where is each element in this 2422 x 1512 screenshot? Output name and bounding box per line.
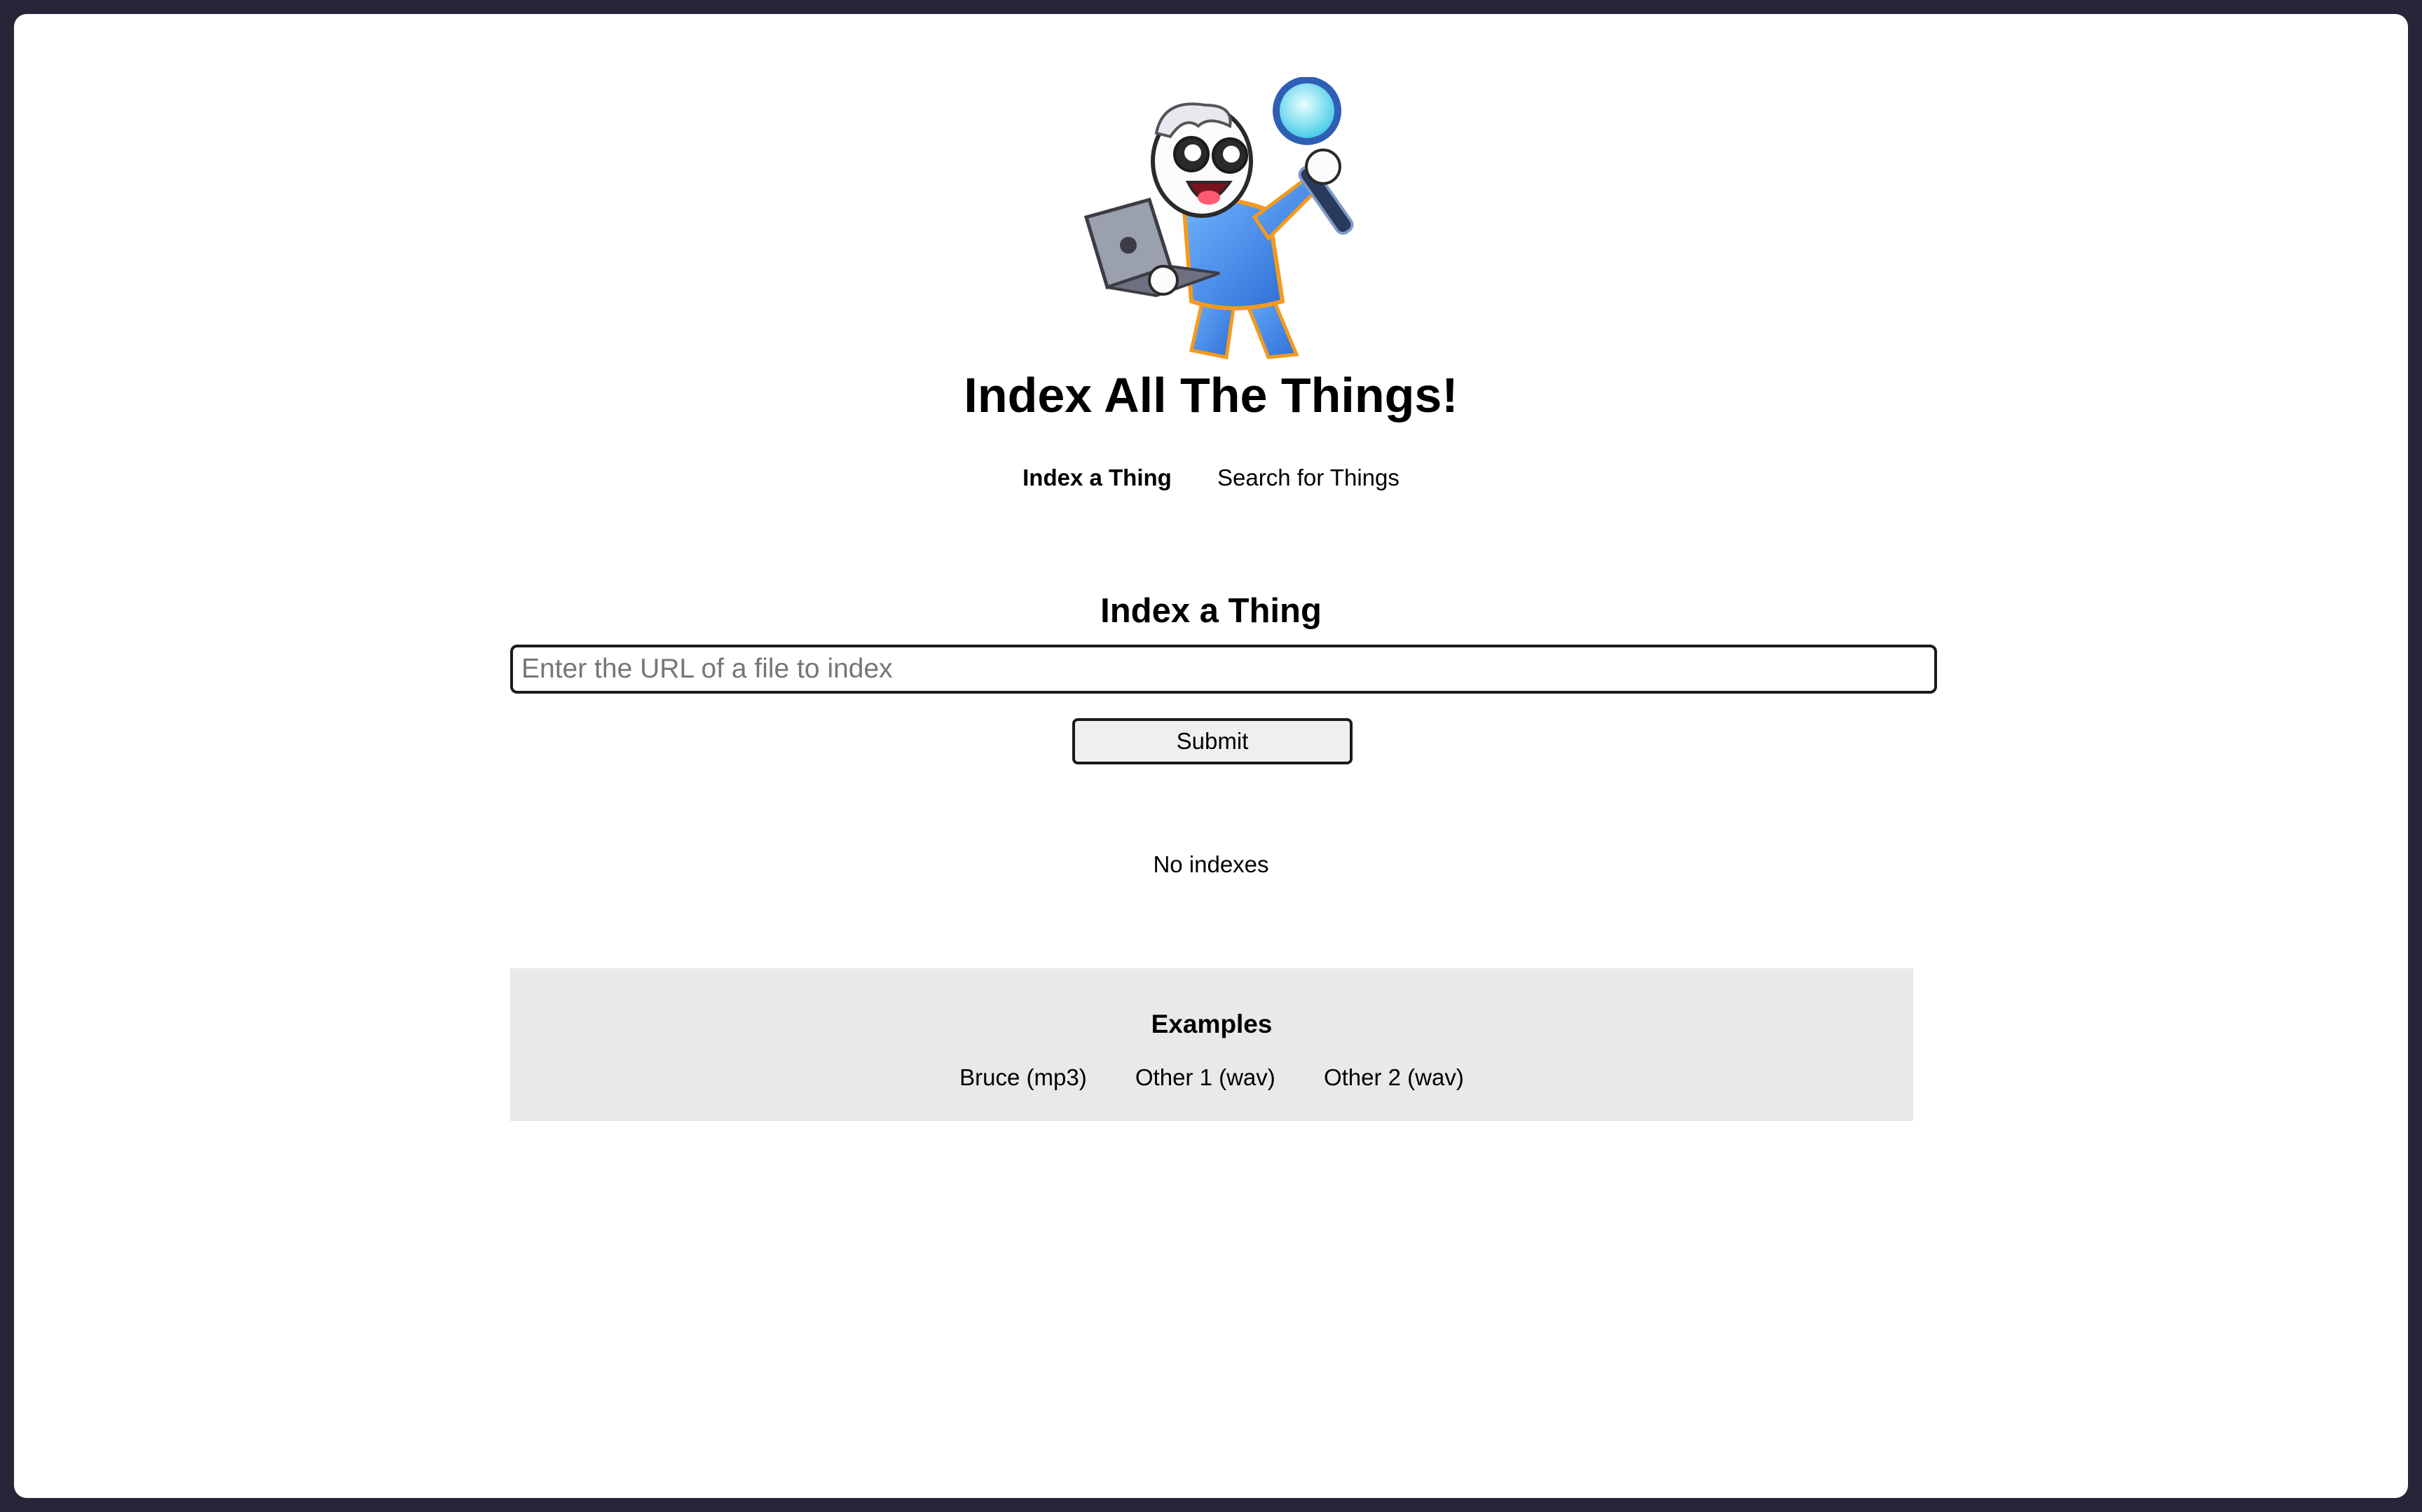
browser-window: Index All The Things! Index a Thing Sear… (14, 14, 2408, 1498)
nav-index-a-thing[interactable]: Index a Thing (1022, 462, 1172, 493)
page-title: Index All The Things! (964, 368, 1458, 422)
section-heading: Index a Thing (1100, 592, 1322, 630)
example-link-other-1[interactable]: Other 1 (wav) (1135, 1062, 1275, 1093)
main-nav: Index a Thing Search for Things (14, 462, 2408, 493)
example-link-other-2[interactable]: Other 2 (wav) (1324, 1062, 1464, 1093)
submit-button[interactable]: Submit (1072, 718, 1353, 764)
examples-title: Examples (1151, 1010, 1273, 1038)
mascot-logo-icon (1083, 77, 1354, 359)
url-input[interactable] (510, 645, 1937, 694)
example-link-bruce[interactable]: Bruce (mp3) (959, 1062, 1087, 1093)
index-status-text: No indexes (1153, 851, 1269, 877)
nav-search-for-things[interactable]: Search for Things (1217, 462, 1400, 493)
examples-links: Bruce (mp3) Other 1 (wav) Other 2 (wav) (510, 1062, 1913, 1093)
examples-panel: Examples Bruce (mp3) Other 1 (wav) Other… (510, 968, 1913, 1121)
